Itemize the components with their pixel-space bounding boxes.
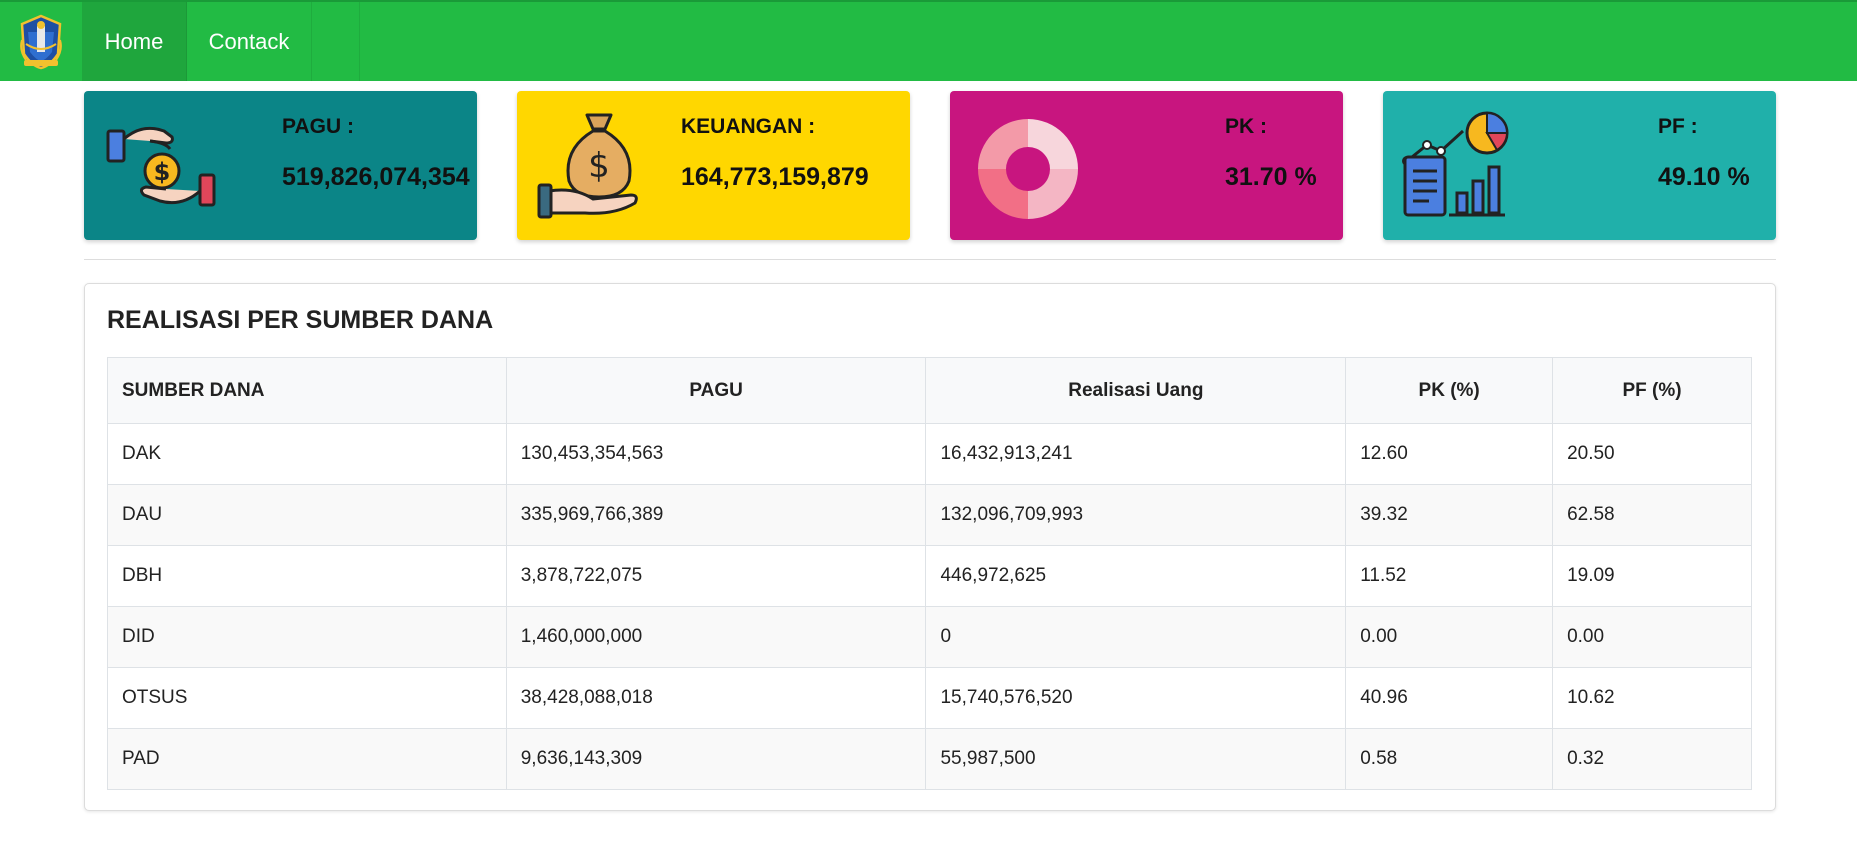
sumber-dana-table: SUMBER DANA PAGU Realisasi Uang PK (%) P… [107, 357, 1752, 790]
money-bag-hand-icon: $ [537, 113, 638, 219]
table-cell: DBH [107, 545, 507, 607]
svg-text:$: $ [588, 146, 610, 186]
card-pk: PK : 31.70 % [950, 91, 1343, 240]
table-cell: 0.32 [1552, 728, 1752, 790]
table-cell: 39.32 [1345, 484, 1554, 546]
table-cell: DID [107, 606, 507, 668]
table-cell: 446,972,625 [925, 545, 1347, 607]
card-pagu-value: 519,826,074,354 [282, 163, 470, 191]
nav-contack[interactable]: Contack [187, 2, 312, 81]
column-header[interactable]: Realisasi Uang [925, 357, 1347, 424]
column-header[interactable]: PAGU [505, 357, 927, 424]
column-header[interactable]: SUMBER DANA [107, 357, 507, 424]
table-cell: 3,878,722,075 [505, 545, 927, 607]
navbar: Home Contack [0, 0, 1857, 81]
table-cell: 132,096,709,993 [925, 484, 1347, 546]
panel-title: REALISASI PER SUMBER DANA [107, 306, 494, 334]
table-cell: 130,453,354,563 [505, 423, 927, 485]
table-cell: 55,987,500 [925, 728, 1347, 790]
card-pagu: $ PAGU : 519,826,074,354 [84, 91, 477, 240]
card-pagu-label: PAGU : [282, 115, 354, 138]
table-cell: 40.96 [1345, 667, 1554, 729]
table-cell: 15,740,576,520 [925, 667, 1347, 729]
card-pk-label: PK : [1225, 115, 1267, 138]
table-cell: 12.60 [1345, 423, 1554, 485]
nav-home-label: Home [104, 28, 164, 54]
table-row: DAK 130,453,354,563 16,432,913,241 12.60… [107, 423, 1752, 485]
table-cell: 335,969,766,389 [505, 484, 927, 546]
table-cell: 62.58 [1552, 484, 1752, 546]
column-header[interactable]: PK (%) [1345, 357, 1554, 424]
table-cell: OTSUS [107, 667, 507, 729]
table-cell: 0.00 [1345, 606, 1554, 668]
table-cell: 19.09 [1552, 545, 1752, 607]
table-cell: 16,432,913,241 [925, 423, 1347, 485]
divider [84, 259, 1776, 260]
card-keuangan-label: KEUANGAN : [681, 115, 816, 138]
money-exchange-icon: $ [106, 126, 216, 207]
table-cell: DAK [107, 423, 507, 485]
table-header-row: SUMBER DANA PAGU Realisasi Uang PK (%) P… [107, 357, 1752, 424]
donut-chart-icon [978, 119, 1078, 219]
card-keuangan-value: 164,773,159,879 [681, 163, 869, 191]
report-chart-icon [1402, 111, 1509, 217]
table-cell: 10.62 [1552, 667, 1752, 729]
table-cell: 0 [925, 606, 1347, 668]
logo[interactable] [0, 2, 82, 81]
table-row: DAU 335,969,766,389 132,096,709,993 39.3… [107, 484, 1752, 546]
table-cell: 20.50 [1552, 423, 1752, 485]
table-cell: 11.52 [1345, 545, 1554, 607]
column-header[interactable]: PF (%) [1552, 357, 1752, 424]
card-keuangan: $ KEUANGAN : 164,773,159,879 [517, 91, 910, 240]
svg-text:$: $ [154, 158, 171, 186]
table-row: PAD 9,636,143,309 55,987,500 0.58 0.32 [107, 728, 1752, 790]
table-row: OTSUS 38,428,088,018 15,740,576,520 40.9… [107, 667, 1752, 729]
table-cell: 9,636,143,309 [505, 728, 927, 790]
table-row: DID 1,460,000,000 0 0.00 0.00 [107, 606, 1752, 668]
realisasi-panel: REALISASI PER SUMBER DANA SUMBER DANA PA… [84, 283, 1776, 811]
card-pf-value: 49.10 % [1658, 163, 1750, 191]
card-pf-label: PF : [1658, 115, 1698, 138]
table-cell: DAU [107, 484, 507, 546]
table-cell: 1,460,000,000 [505, 606, 927, 668]
crest-icon [20, 14, 62, 69]
table-cell: PAD [107, 728, 507, 790]
table-cell: 0.00 [1552, 606, 1752, 668]
table-cell: 38,428,088,018 [505, 667, 927, 729]
nav-contack-label: Contack [208, 28, 290, 54]
nav-empty-item[interactable] [312, 2, 360, 81]
nav-home[interactable]: Home [82, 2, 187, 81]
card-pk-value: 31.70 % [1225, 163, 1317, 191]
table-cell: 0.58 [1345, 728, 1554, 790]
card-pf: PF : 49.10 % [1383, 91, 1776, 240]
table-row: DBH 3,878,722,075 446,972,625 11.52 19.0… [107, 545, 1752, 607]
